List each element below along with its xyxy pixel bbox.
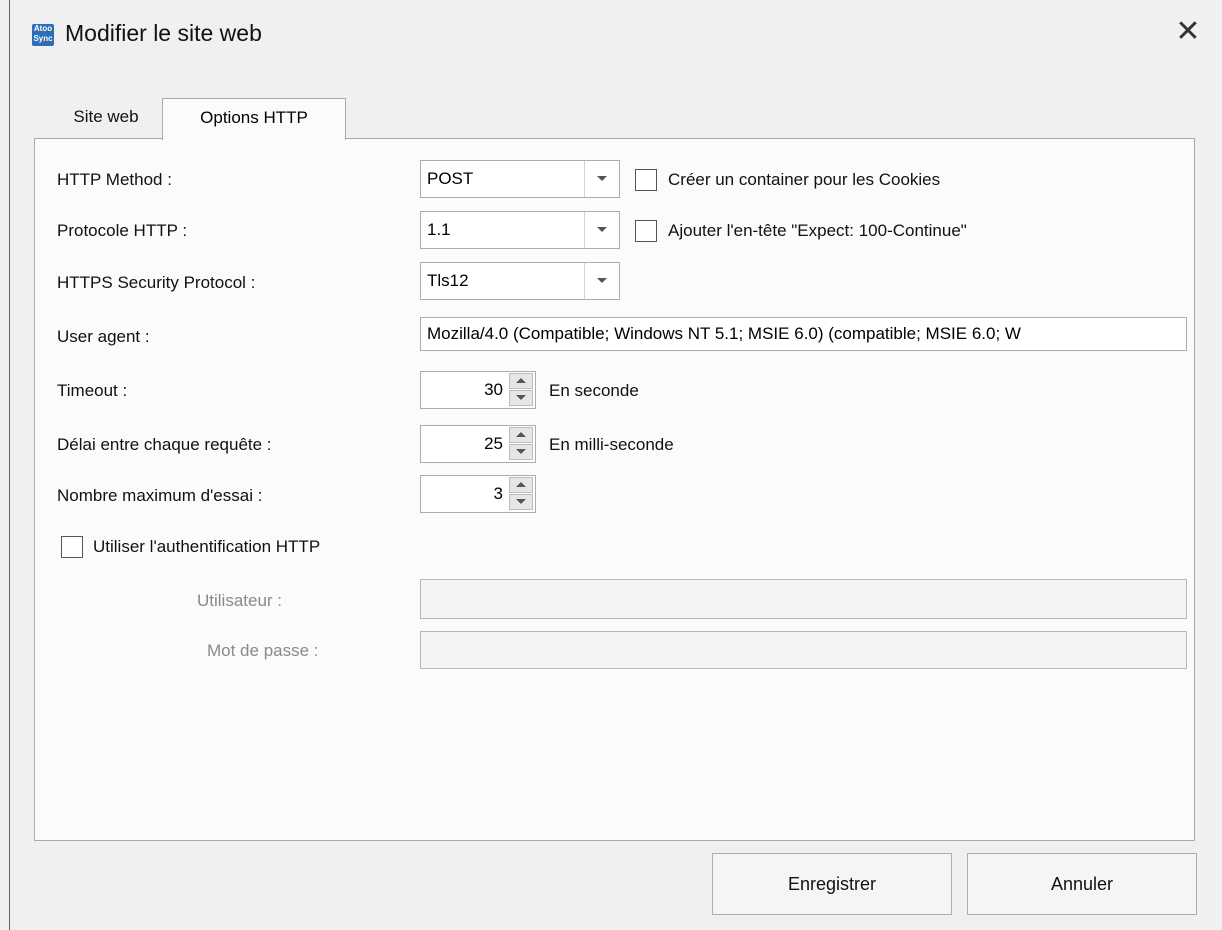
password-label: Mot de passe : (207, 641, 319, 660)
user-label: Utilisateur : (197, 591, 283, 610)
expect-continue-checkbox[interactable] (635, 220, 657, 242)
chevron-down-icon[interactable] (584, 263, 619, 299)
cookies-checkbox[interactable] (635, 169, 657, 191)
http-method-value: POST (427, 169, 474, 188)
delay-unit: En milli-seconde (549, 435, 674, 454)
auth-checkbox[interactable] (61, 536, 83, 558)
timeout-unit: En seconde (549, 381, 639, 400)
user-agent-value: Mozilla/4.0 (Compatible; Windows NT 5.1;… (427, 324, 1021, 343)
spin-down-icon[interactable] (509, 444, 533, 460)
chevron-down-icon[interactable] (584, 161, 619, 197)
app-logo-icon: Atoo Sync (32, 24, 54, 46)
http-protocol-value: 1.1 (427, 220, 451, 239)
window-left-edge (0, 0, 11, 930)
spin-up-icon[interactable] (509, 427, 533, 443)
http-protocol-select[interactable]: 1.1 (420, 211, 620, 249)
delay-label: Délai entre chaque requête : (57, 435, 272, 454)
close-icon[interactable]: ✕ (1170, 14, 1206, 50)
https-protocol-select[interactable]: Tls12 (420, 262, 620, 300)
cookies-checkbox-label[interactable]: Créer un container pour les Cookies (668, 170, 940, 190)
delay-stepper[interactable]: 25 (420, 425, 536, 463)
options-http-panel: HTTP Method : POST Créer un container po… (34, 138, 1195, 841)
password-input[interactable] (420, 631, 1187, 669)
delay-value: 25 (484, 434, 503, 453)
timeout-value: 30 (484, 380, 503, 399)
auth-checkbox-label[interactable]: Utiliser l'authentification HTTP (93, 537, 320, 557)
max-tries-stepper[interactable]: 3 (420, 475, 536, 513)
dialog-window: Atoo Sync Modifier le site web ✕ Site we… (10, 0, 1222, 930)
http-method-label: HTTP Method : (57, 170, 172, 189)
tab-options-http[interactable]: Options HTTP (162, 98, 346, 140)
user-agent-label: User agent : (57, 327, 150, 346)
title-bar[interactable]: Atoo Sync Modifier le site web ✕ (10, 0, 1222, 70)
spin-down-icon[interactable] (509, 494, 533, 510)
spin-up-icon[interactable] (509, 373, 533, 389)
chevron-down-icon[interactable] (584, 212, 619, 248)
max-tries-label: Nombre maximum d'essai : (57, 486, 263, 505)
save-button[interactable]: Enregistrer (712, 853, 952, 915)
spin-up-icon[interactable] (509, 477, 533, 493)
max-tries-value: 3 (493, 484, 503, 503)
http-protocol-label: Protocole HTTP : (57, 221, 188, 240)
http-method-select[interactable]: POST (420, 160, 620, 198)
https-protocol-label: HTTPS Security Protocol : (57, 273, 256, 292)
window-title: Modifier le site web (65, 20, 262, 46)
https-protocol-value: Tls12 (427, 271, 469, 290)
tab-site-web[interactable]: Site web (50, 98, 162, 138)
expect-continue-label[interactable]: Ajouter l'en-tête "Expect: 100-Continue" (668, 221, 967, 241)
spin-down-icon[interactable] (509, 390, 533, 406)
user-agent-input[interactable]: Mozilla/4.0 (Compatible; Windows NT 5.1;… (420, 317, 1187, 351)
cancel-button[interactable]: Annuler (967, 853, 1197, 915)
timeout-stepper[interactable]: 30 (420, 371, 536, 409)
timeout-label: Timeout : (57, 381, 128, 400)
user-input[interactable] (420, 579, 1187, 619)
